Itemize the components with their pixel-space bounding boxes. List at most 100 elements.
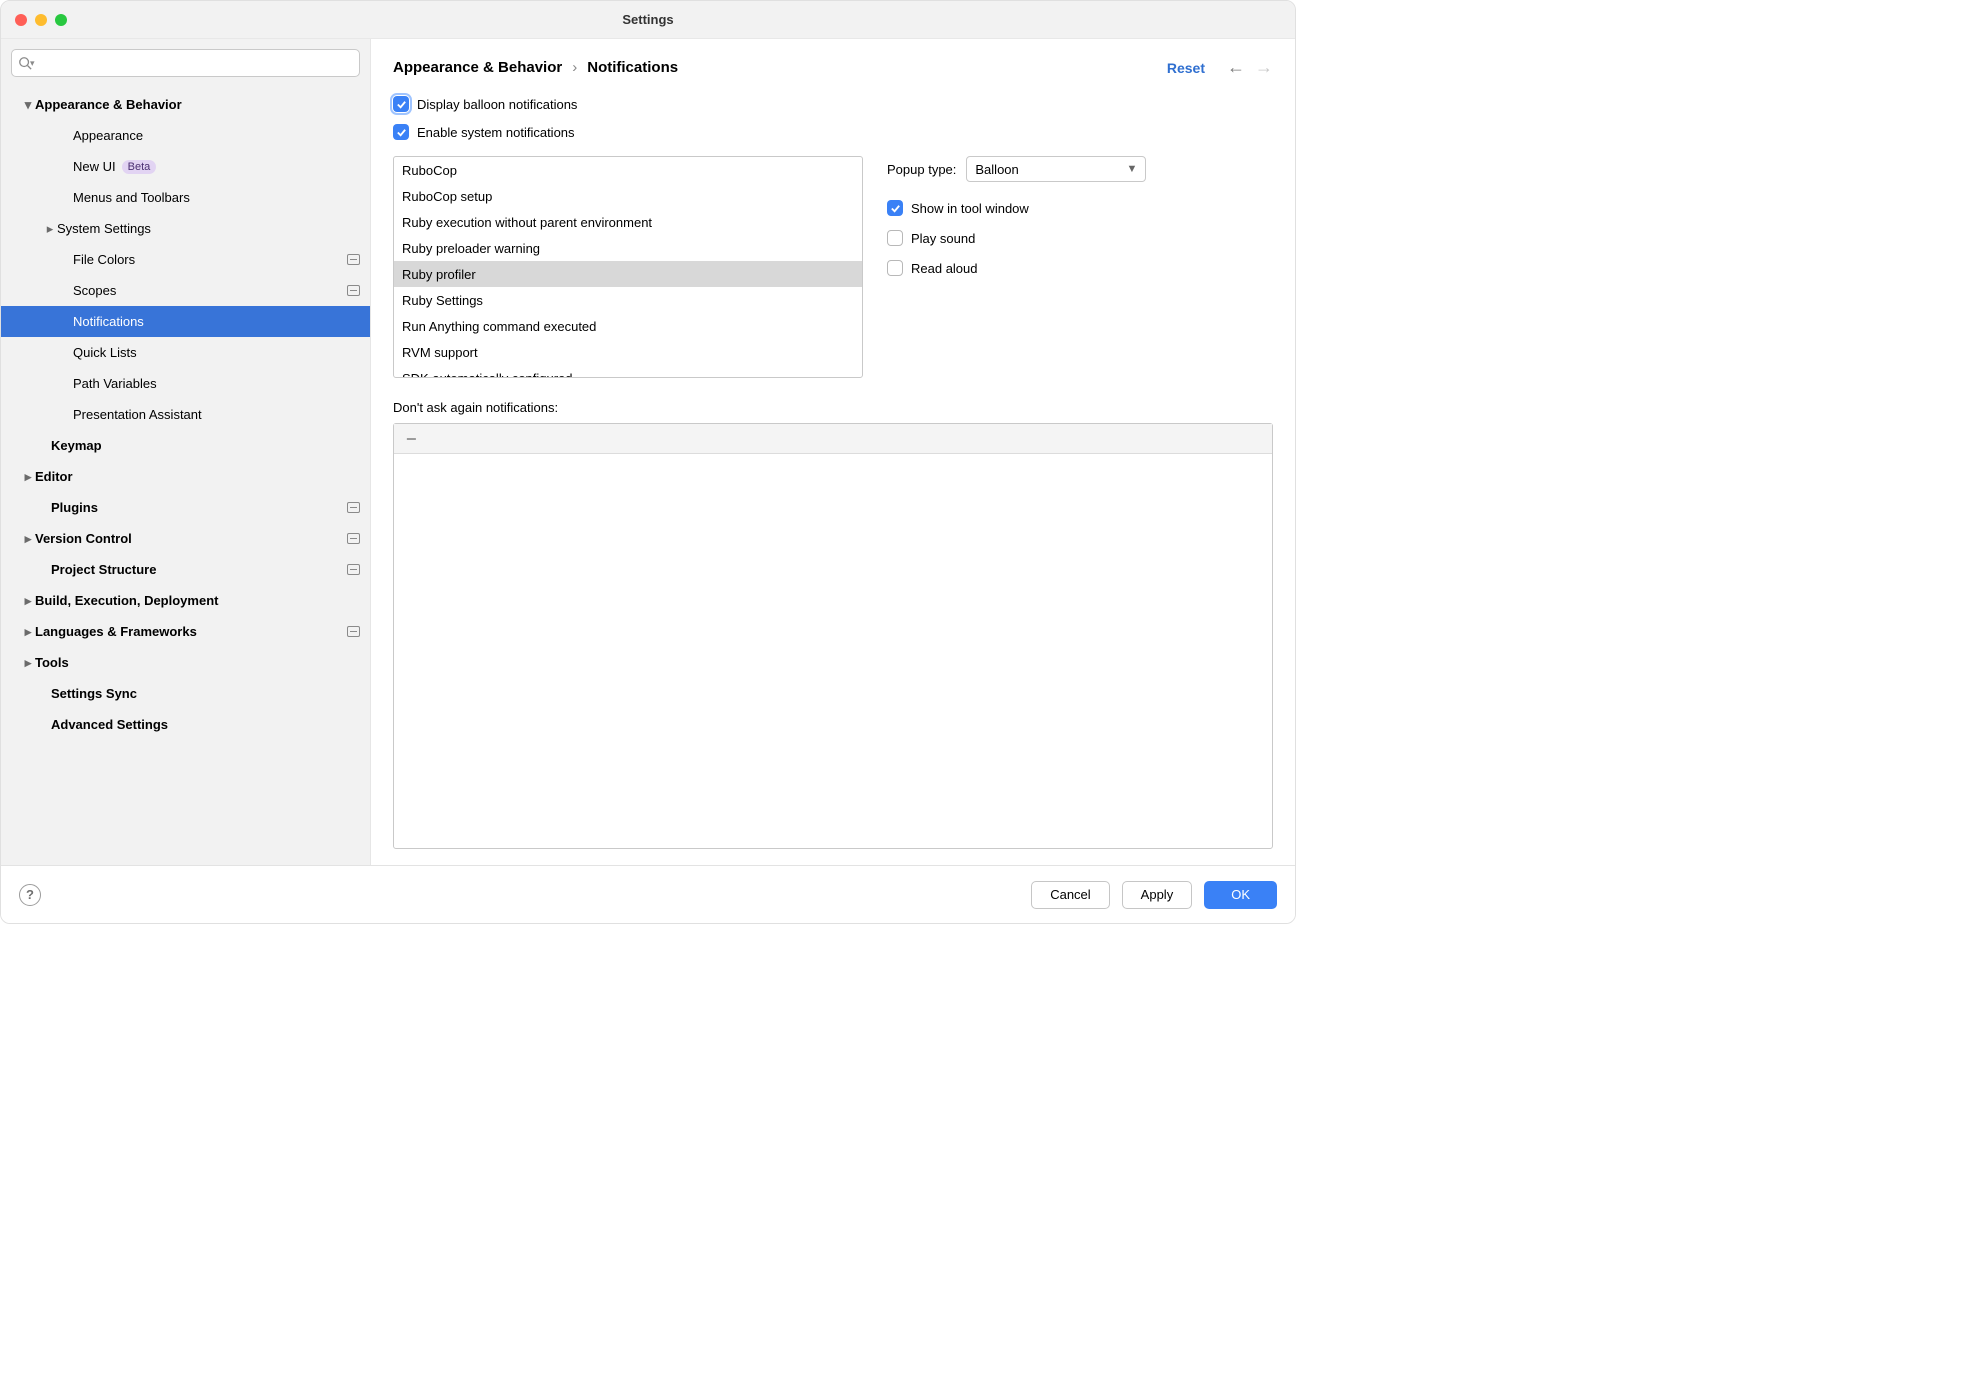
sidebar-item-label: Project Structure [51,562,156,577]
notification-options: Popup type: Balloon ▼ Show in tool windo… [887,156,1273,290]
main-panel: Appearance & Behavior › Notifications Re… [371,39,1295,865]
chevron-right-icon: ▸ [21,655,35,671]
list-item[interactable]: Ruby preloader warning [394,235,862,261]
list-item[interactable]: RVM support [394,339,862,365]
chevron-right-icon: ▸ [21,624,35,640]
list-item[interactable]: RuboCop setup [394,183,862,209]
settings-window: Settings ▾ ▾Appearance & BehaviorAppeara… [0,0,1296,924]
sidebar-item-label: Plugins [51,500,98,515]
dont-ask-toolbar: − [394,424,1272,454]
sidebar-item-tools[interactable]: ▸Tools [1,647,370,678]
display-balloon-checkbox[interactable] [393,96,409,112]
list-item[interactable]: RuboCop [394,157,862,183]
sidebar-item-plugins[interactable]: Plugins [1,492,370,523]
list-item[interactable]: Ruby execution without parent environmen… [394,209,862,235]
sidebar-item-label: Path Variables [73,376,157,391]
sidebar-item-label: Advanced Settings [51,717,168,732]
breadcrumb-current: Notifications [587,59,678,76]
notification-types-list[interactable]: RuboCopRuboCop setupRuby execution witho… [393,156,863,378]
chevron-right-icon: › [572,59,577,76]
sidebar-item-label: New UI [73,159,116,174]
breadcrumb: Appearance & Behavior › Notifications [393,59,678,76]
enable-system-label: Enable system notifications [417,125,575,140]
sidebar-item-settings-sync[interactable]: Settings Sync [1,678,370,709]
sidebar-item-label: File Colors [73,252,135,267]
show-in-tool-window-label: Show in tool window [911,201,1029,216]
settings-tree[interactable]: ▾Appearance & Behavior Appearance New UI Be… [1,85,370,865]
list-item[interactable]: Ruby profiler [394,261,862,287]
cancel-button[interactable]: Cancel [1031,881,1109,909]
sidebar-item-label: Quick Lists [73,345,137,360]
sidebar-item-label: Scopes [73,283,116,298]
beta-badge: Beta [122,160,157,174]
popup-type-label: Popup type: [887,162,956,177]
list-item[interactable]: SDK automatically configured [394,365,862,378]
sidebar-item-path-variables[interactable]: Path Variables [1,368,370,399]
list-item[interactable]: Run Anything command executed [394,313,862,339]
window-title: Settings [1,12,1295,27]
popup-type-value: Balloon [975,162,1018,177]
chevron-right-icon: ▸ [21,593,35,609]
play-sound-checkbox[interactable] [887,230,903,246]
sidebar-item-label: System Settings [57,221,151,236]
enable-system-checkbox[interactable] [393,124,409,140]
sidebar-item-label: Presentation Assistant [73,407,202,422]
project-scope-icon [347,626,360,637]
breadcrumb-parent[interactable]: Appearance & Behavior [393,59,562,76]
sidebar-item-new-ui[interactable]: New UI Beta [1,151,370,182]
sidebar-item-label: Languages & Frameworks [35,624,197,639]
read-aloud-checkbox[interactable] [887,260,903,276]
sidebar-item-file-colors[interactable]: File Colors [1,244,370,275]
sidebar-item-label: Build, Execution, Deployment [35,593,218,608]
apply-button[interactable]: Apply [1122,881,1193,909]
sidebar-item-label: Version Control [35,531,132,546]
sidebar-item-label: Appearance [73,128,143,143]
reset-link[interactable]: Reset [1167,60,1205,76]
sidebar-item-appearance-behavior[interactable]: ▾Appearance & Behavior [1,89,370,120]
body: ▾ ▾Appearance & Behavior Appearance New UI… [1,39,1295,865]
chevron-right-icon: ▸ [43,221,57,237]
sidebar-item-quick-lists[interactable]: Quick Lists [1,337,370,368]
sidebar-item-editor[interactable]: ▸Editor [1,461,370,492]
search-field[interactable]: ▾ [11,49,360,77]
sidebar-item-label: Notifications [73,314,144,329]
dont-ask-list[interactable]: − [393,423,1273,849]
footer: ? Cancel Apply OK [1,865,1295,923]
sidebar-item-build-execution-deployment[interactable]: ▸Build, Execution, Deployment [1,585,370,616]
search-input[interactable] [39,56,353,71]
show-in-tool-window-checkbox[interactable] [887,200,903,216]
list-item[interactable]: Ruby Settings [394,287,862,313]
play-sound-label: Play sound [911,231,975,246]
sidebar: ▾ ▾Appearance & Behavior Appearance New UI… [1,39,371,865]
sidebar-item-system-settings[interactable]: ▸System Settings [1,213,370,244]
chevron-right-icon: ▸ [21,469,35,485]
sidebar-item-presentation-assistant[interactable]: Presentation Assistant [1,399,370,430]
sidebar-item-label: Appearance & Behavior [35,97,182,112]
search-dropdown-icon[interactable]: ▾ [30,58,35,69]
popup-type-select[interactable]: Balloon ▼ [966,156,1146,182]
sidebar-item-notifications[interactable]: Notifications [1,306,370,337]
project-scope-icon [347,502,360,513]
sidebar-item-advanced-settings[interactable]: Advanced Settings [1,709,370,740]
sidebar-item-label: Keymap [51,438,102,453]
sidebar-item-version-control[interactable]: ▸Version Control [1,523,370,554]
dont-ask-label: Don't ask again notifications: [393,400,1273,415]
chevron-down-icon: ▼ [1127,163,1138,175]
sidebar-item-keymap[interactable]: Keymap [1,430,370,461]
project-scope-icon [347,285,360,296]
remove-button[interactable]: − [402,430,421,448]
help-button[interactable]: ? [19,884,41,906]
sidebar-item-label: Menus and Toolbars [73,190,190,205]
sidebar-item-scopes[interactable]: Scopes [1,275,370,306]
titlebar: Settings [1,1,1295,39]
display-balloon-label: Display balloon notifications [417,97,577,112]
sidebar-item-label: Tools [35,655,69,670]
nav-back-button[interactable]: ← [1227,57,1245,78]
sidebar-item-appearance[interactable]: Appearance [1,120,370,151]
ok-button[interactable]: OK [1204,881,1277,909]
chevron-right-icon: ▸ [21,531,35,547]
project-scope-icon [347,533,360,544]
sidebar-item-menus-and-toolbars[interactable]: Menus and Toolbars [1,182,370,213]
sidebar-item-languages-frameworks[interactable]: ▸Languages & Frameworks [1,616,370,647]
sidebar-item-project-structure[interactable]: Project Structure [1,554,370,585]
